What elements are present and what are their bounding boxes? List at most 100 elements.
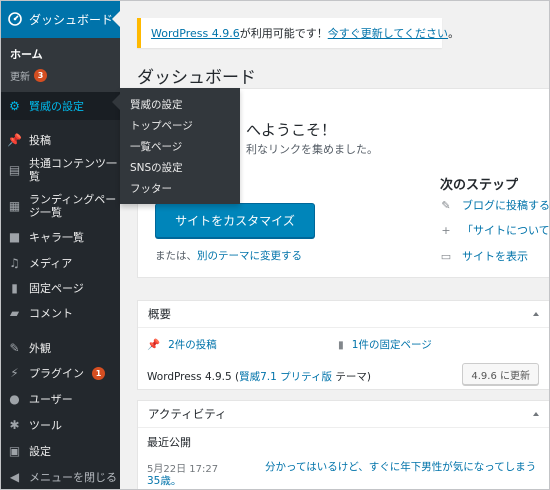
- update-notice: WordPress 4.9.6 が利用可能です！ 今すぐ更新してください 。: [137, 18, 459, 48]
- next-steps-heading: 次のステップ: [440, 178, 519, 193]
- sidebar-item-label: コメント: [29, 307, 73, 320]
- pages-count-label: 1件の固定ページ: [351, 339, 432, 351]
- sidebar-item-label: 賢威の設定: [29, 99, 84, 113]
- sidebar-item-dashboard[interactable]: ダッシュボード: [0, 0, 120, 38]
- recent-post-link[interactable]: 分かってはいるけど、すぐに年下男性が気になってしまう35歳。: [147, 460, 537, 488]
- sidebar-item-plugins[interactable]: ⚡ プラグイン 1: [0, 360, 120, 386]
- change-theme-line: または、別のテーマに変更する: [155, 248, 302, 263]
- sidebar-item-label: メディア: [29, 256, 73, 270]
- posts-count-label: 2件の投稿: [168, 339, 217, 351]
- collapse-icon: ◀: [9, 469, 20, 484]
- sidebar-item-keni-settings[interactable]: ⚙ 賢威の設定: [0, 92, 120, 120]
- flyout-item-keni-settings[interactable]: 賢威の設定: [120, 94, 240, 115]
- submenu-updates[interactable]: 更新 3: [0, 64, 120, 84]
- sidebar-item-label: 外観: [29, 341, 51, 355]
- sidebar-item-label: ユーザー: [29, 392, 73, 406]
- version-suffix: テーマ): [332, 371, 371, 383]
- edit-icon: ✎: [441, 198, 451, 212]
- brush-icon: ✎: [9, 340, 20, 355]
- pin-icon: 📌: [147, 339, 161, 351]
- sidebar-item-appearance[interactable]: ✎ 外観: [0, 336, 120, 360]
- user-icon: ●: [9, 391, 20, 406]
- version-prefix: WordPress 4.9.5 (: [147, 371, 240, 383]
- update-wordpress-button[interactable]: 4.9.6 に更新: [462, 363, 539, 385]
- camera-icon: ■: [8, 229, 21, 244]
- plug-icon: ⚡: [10, 365, 19, 380]
- sidebar-item-label: プラグイン: [29, 366, 84, 380]
- sidebar-item-posts[interactable]: 📌 投稿: [0, 128, 120, 152]
- sidebar-item-pages[interactable]: ▮ 固定ページ: [0, 276, 120, 301]
- activity-widget: アクティビティ 最近公開 5月22日 17:27 分かってはいるけど、すぐに年下…: [137, 400, 550, 490]
- submenu-home[interactable]: ホーム: [0, 42, 120, 64]
- widget-header[interactable]: アクティビティ: [138, 401, 549, 428]
- plus-icon: +: [441, 223, 451, 237]
- notice-end: 。: [448, 27, 460, 40]
- next-step-label: 「サイトについて」: [462, 224, 550, 237]
- sidebar-item-label: ランディングページ一覧: [29, 193, 117, 219]
- comment-icon: ▰: [9, 306, 20, 320]
- layout-icon: ▦: [8, 198, 21, 213]
- sidebar-item-label: 固定ページ: [29, 282, 84, 295]
- next-step-about-page[interactable]: + 「サイトについて」: [440, 222, 550, 238]
- flyout-item-top-page[interactable]: トップページ: [120, 115, 240, 136]
- welcome-heading: へようこそ！: [246, 121, 337, 139]
- welcome-subtitle: 利なリンクを集めました。: [246, 143, 378, 156]
- next-step-label: サイトを表示: [462, 250, 528, 263]
- collapse-caret-icon[interactable]: [533, 412, 539, 416]
- pages-count-link[interactable]: ▮ 1件の固定ページ: [338, 337, 432, 352]
- version-info: WordPress 4.9.5 (賢威7.1 プリティ版 テーマ): [147, 369, 371, 384]
- wrench-icon: ✱: [9, 417, 20, 432]
- next-step-write-post[interactable]: ✎ ブログに投稿する: [440, 197, 550, 213]
- sidebar-item-label: ツール: [29, 418, 62, 432]
- view-site-icon: ▭: [440, 249, 452, 263]
- dashboard-submenu: ホーム 更新 3: [0, 38, 120, 92]
- update-now-link[interactable]: 今すぐ更新してください: [328, 25, 448, 41]
- page-title: ダッシュボード: [137, 68, 256, 88]
- page-icon: ▮: [338, 338, 344, 351]
- sidebar-item-users[interactable]: ● ユーザー: [0, 386, 120, 412]
- keni-settings-flyout: 賢威の設定 トップページ 一覧ページ SNSの設定 フッター: [112, 88, 240, 204]
- sidebar-item-characters[interactable]: ■ キャラ一覧: [0, 224, 120, 250]
- next-step-view-site[interactable]: ▭ サイトを表示: [440, 248, 528, 264]
- sidebar-item-label: ダッシュボード: [29, 12, 114, 27]
- wordpress-version-link[interactable]: WordPress 4.9.6: [151, 27, 240, 40]
- sidebar-item-label: メニューを閉じる: [29, 470, 117, 484]
- posts-count-link[interactable]: 📌 2件の投稿: [147, 337, 217, 352]
- sidebar-item-common-contents[interactable]: ▤ 共通コンテンツ一覧: [0, 152, 120, 188]
- sidebar-item-landing-pages[interactable]: ▦ ランディングページ一覧: [0, 188, 120, 224]
- theme-link[interactable]: 賢威7.1 プリティ版: [239, 371, 332, 383]
- gear-icon: ⚙: [9, 98, 20, 113]
- flyout-item-footer[interactable]: フッター: [120, 178, 240, 199]
- sidebar-item-label: 共通コンテンツ一覧: [29, 157, 117, 183]
- settings-icon: ▣: [8, 443, 21, 458]
- admin-sidebar: ダッシュボード ホーム 更新 3 ⚙ 賢威の設定 📌 投稿 ▤ 共通コンテンツ一…: [0, 0, 120, 490]
- recently-published-heading: 最近公開: [147, 436, 191, 449]
- plugins-count-badge: 1: [92, 366, 105, 380]
- at-a-glance-widget: 概要 📌 2件の投稿 ▮ 1件の固定ページ WordPress 4.9.5 (賢…: [137, 300, 550, 390]
- dashboard-icon: [8, 12, 22, 26]
- document-icon: ▤: [8, 162, 21, 177]
- sidebar-item-label: キャラ一覧: [29, 230, 84, 244]
- sidebar-item-label: 投稿: [29, 133, 51, 147]
- customize-site-button[interactable]: サイトをカスタマイズ: [155, 203, 315, 238]
- page-icon: ▮: [11, 281, 18, 295]
- pin-icon: 📌: [7, 132, 22, 147]
- or-text: または、: [155, 250, 197, 262]
- sidebar-collapse-menu[interactable]: ◀ メニューを閉じる: [0, 464, 120, 490]
- flyout-item-list-page[interactable]: 一覧ページ: [120, 136, 240, 157]
- next-step-label: ブログに投稿する: [462, 199, 550, 212]
- widget-title: アクティビティ: [148, 407, 227, 421]
- separator: [0, 120, 120, 128]
- submenu-updates-label: 更新: [10, 71, 30, 83]
- sidebar-item-media[interactable]: ♫ メディア: [0, 250, 120, 276]
- sidebar-item-settings[interactable]: ▣ 設定: [0, 438, 120, 464]
- flyout-item-sns-settings[interactable]: SNSの設定: [120, 157, 240, 178]
- widget-title: 概要: [148, 307, 171, 321]
- sidebar-item-label: 設定: [29, 444, 51, 458]
- collapse-caret-icon[interactable]: [533, 312, 539, 316]
- sidebar-item-tools[interactable]: ✱ ツール: [0, 412, 120, 438]
- widget-header[interactable]: 概要: [138, 301, 549, 328]
- separator: [0, 326, 120, 336]
- sidebar-item-comments[interactable]: ▰ コメント: [0, 301, 120, 326]
- change-theme-link[interactable]: 別のテーマに変更する: [197, 250, 302, 262]
